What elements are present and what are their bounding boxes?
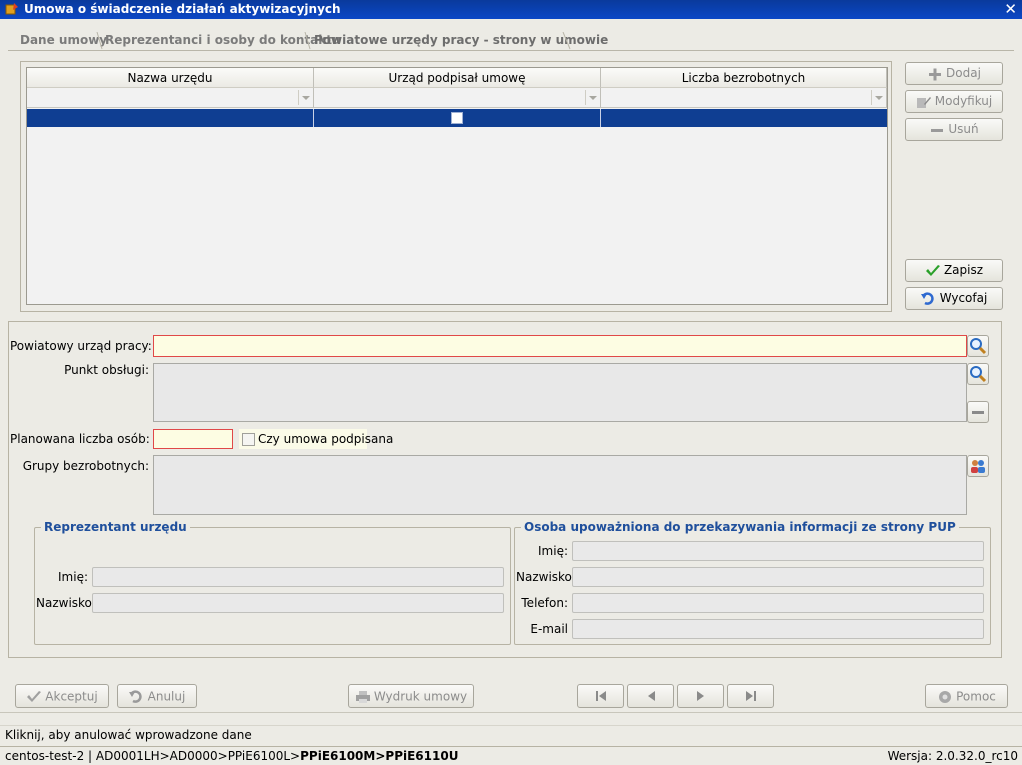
previous-icon [647, 691, 655, 701]
representative-title: Reprezentant urzędu [41, 520, 190, 534]
close-icon[interactable]: ✕ [1004, 0, 1017, 19]
accept-button[interactable]: Akceptuj [15, 684, 109, 708]
edit-icon [916, 96, 931, 108]
cell-nazwa [27, 109, 314, 127]
next-record-button[interactable] [677, 684, 724, 708]
rep-last-name-label: Nazwisko: [36, 596, 96, 610]
pup-field[interactable] [153, 335, 967, 357]
contact-last-name-label: Nazwisko: [516, 570, 576, 584]
planned-field[interactable] [153, 429, 233, 449]
previous-record-button[interactable] [627, 684, 674, 708]
tab-separator [304, 32, 311, 50]
tab-dane-umowy[interactable]: Dane umowy [20, 30, 107, 50]
plus-icon [929, 68, 942, 80]
search-icon [970, 366, 987, 383]
help-button[interactable]: Pomoc [925, 684, 1008, 708]
status-bar: centos-test-2 | AD0001LH>AD0000>PPiE6100… [0, 746, 1022, 765]
groups-field[interactable] [153, 455, 967, 515]
minus-icon [931, 128, 944, 132]
status-path: centos-test-2 | AD0001LH>AD0000>PPiE6100… [5, 747, 458, 765]
search-icon [970, 338, 987, 355]
cancel-label: Anuluj [147, 689, 186, 704]
contact-email-label: E-mail [530, 622, 568, 636]
contact-person-title: Osoba upoważniona do przekazywania infor… [521, 520, 959, 534]
window-title-bar: Umowa o świadczenie działań aktywizacyjn… [0, 0, 1022, 19]
cancel-button[interactable]: Anuluj [117, 684, 197, 708]
signed-label: Czy umowa podpisana [258, 432, 394, 446]
chevron-down-icon[interactable] [585, 90, 599, 105]
undo-icon [920, 291, 934, 305]
last-icon [745, 691, 756, 701]
table-row[interactable] [27, 109, 887, 127]
signed-checkbox[interactable] [242, 433, 255, 446]
planned-label: Planowana liczba osób: [10, 432, 150, 446]
tab-baseline [8, 50, 1014, 51]
contact-email-field[interactable] [572, 619, 984, 639]
filter-nazwa[interactable] [27, 88, 314, 108]
status-version: Wersja: 2.0.32.0_rc10 [887, 749, 1018, 763]
revert-label: Wycofaj [939, 291, 988, 305]
contact-phone-label: Telefon: [521, 596, 568, 610]
contact-phone-field[interactable] [572, 593, 984, 613]
save-button[interactable]: Zapisz [905, 259, 1003, 282]
column-header-liczba[interactable]: Liczba bezrobotnych [601, 68, 887, 88]
filter-liczba[interactable] [601, 88, 887, 108]
rep-first-name-label: Imię: [58, 570, 88, 584]
filter-podpisal[interactable] [314, 88, 601, 108]
pup-grid[interactable]: Nazwa urzędu Urząd podpisał umowę Liczba… [26, 67, 888, 305]
signed-checkbox-area[interactable]: Czy umowa podpisana [239, 429, 393, 449]
delete-label: Usuń [948, 122, 979, 136]
modify-button[interactable]: Modyfikuj [905, 90, 1003, 113]
app-icon [5, 3, 18, 15]
contact-first-name-label: Imię: [538, 544, 568, 558]
checkmark-icon [925, 264, 940, 276]
chevron-down-icon[interactable] [298, 90, 312, 105]
print-label: Wydruk umowy [373, 689, 468, 704]
status-path-normal: centos-test-2 | AD0001LH>AD0000>PPiE6100… [5, 749, 301, 763]
service-point-clear-button[interactable] [967, 401, 989, 423]
first-record-button[interactable] [577, 684, 624, 708]
add-button[interactable]: Dodaj [905, 62, 1003, 85]
users-icon [971, 460, 985, 473]
print-button[interactable]: Wydruk umowy [348, 684, 474, 708]
service-point-field[interactable] [153, 363, 967, 422]
pup-label: Powiatowy urząd pracy: [10, 339, 152, 353]
column-header-podpisal[interactable]: Urząd podpisał umowę [314, 68, 601, 88]
service-point-search-button[interactable] [967, 363, 989, 385]
delete-button[interactable]: Usuń [905, 118, 1003, 141]
help-icon [939, 690, 952, 703]
undo-icon [128, 689, 142, 703]
window-title: Umowa o świadczenie działań aktywizacyjn… [24, 2, 341, 16]
accept-label: Akceptuj [45, 689, 98, 704]
tab-separator [562, 32, 571, 50]
next-icon [696, 691, 704, 701]
help-label: Pomoc [956, 689, 996, 704]
service-point-label: Punkt obsługi: [64, 363, 149, 377]
status-hint: Kliknij, aby anulować wprowadzone dane [0, 725, 1022, 744]
divider [0, 712, 1022, 713]
column-header-nazwa[interactable]: Nazwa urzędu [27, 68, 314, 88]
status-path-bold: PPiE6100M>PPiE6110U [300, 749, 459, 763]
save-label: Zapisz [943, 263, 984, 277]
first-icon [595, 691, 606, 701]
chevron-down-icon[interactable] [871, 90, 885, 105]
cell-liczba [601, 109, 887, 127]
pup-search-button[interactable] [967, 335, 989, 357]
revert-button[interactable]: Wycofaj [905, 287, 1003, 310]
checkmark-icon [27, 690, 42, 702]
add-label: Dodaj [946, 66, 981, 80]
groups-label: Grupy bezrobotnych: [22, 459, 149, 473]
printer-icon [355, 690, 370, 703]
groups-select-button[interactable] [967, 455, 989, 477]
rep-last-name-field[interactable] [92, 593, 504, 613]
last-record-button[interactable] [727, 684, 774, 708]
contact-first-name-field[interactable] [572, 541, 984, 561]
contact-last-name-field[interactable] [572, 567, 984, 587]
minus-icon [972, 411, 984, 414]
modify-label: Modyfikuj [934, 94, 993, 108]
rep-first-name-field[interactable] [92, 567, 504, 587]
signed-checkbox[interactable] [451, 112, 463, 124]
